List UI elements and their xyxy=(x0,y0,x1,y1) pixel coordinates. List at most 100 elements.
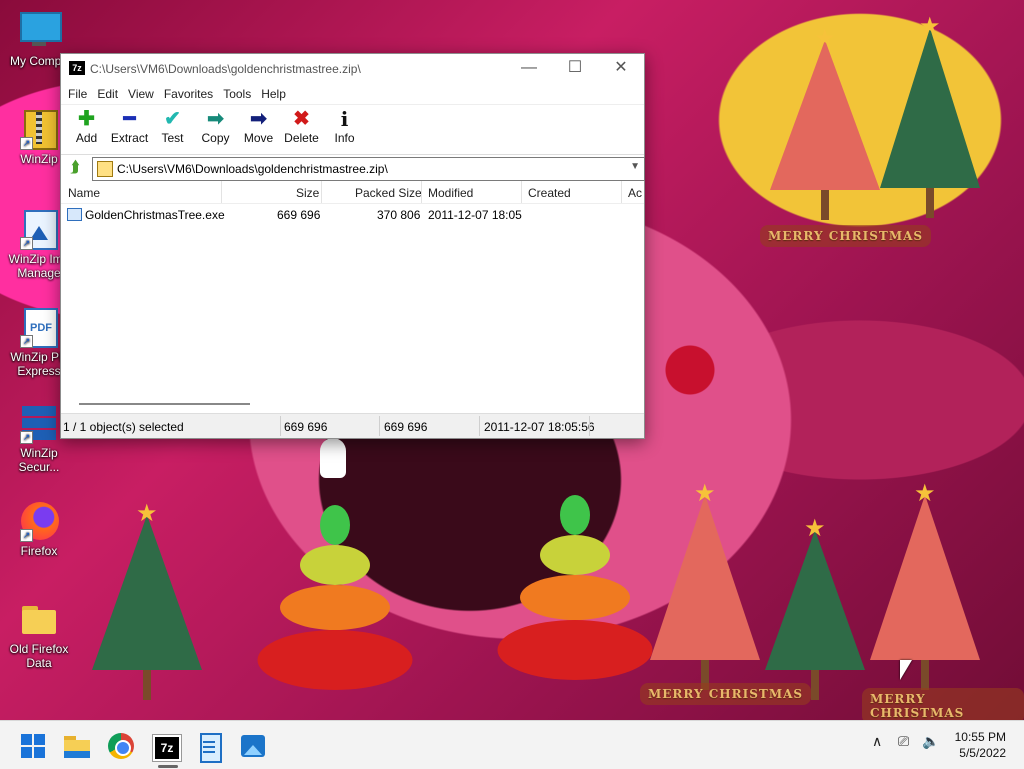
7zip-taskbar-label: 7z xyxy=(152,734,182,762)
file-size: 669 696 xyxy=(277,208,321,222)
pdf-icon: PDF ↗ xyxy=(18,306,60,348)
ghost-decoration xyxy=(320,438,346,478)
desktop-icon-label: WinZip Secur... xyxy=(18,446,60,474)
move-arrow-icon: ➡ xyxy=(250,108,267,130)
spiral-tree-decoration xyxy=(495,495,655,685)
7zip-app-icon: 7z xyxy=(69,61,85,75)
chevron-down-icon[interactable]: ▼ xyxy=(630,161,640,172)
green-tree-decoration: ★ xyxy=(765,515,865,700)
green-tree-decoration: ★ xyxy=(92,500,202,700)
maximize-button[interactable]: ☐ xyxy=(552,54,598,84)
desktop-icon-label: Firefox xyxy=(20,544,58,558)
spiral-tree-decoration xyxy=(255,505,415,695)
desktop-icon-firefox[interactable]: ↗ Firefox xyxy=(0,500,78,558)
add-button[interactable]: ✚ Add xyxy=(65,105,108,154)
exe-file-icon xyxy=(67,208,82,221)
copy-button[interactable]: ➡ Copy xyxy=(194,105,237,154)
volume-icon[interactable]: 🔈 xyxy=(922,733,939,750)
minus-icon: ━ xyxy=(123,108,136,130)
move-button[interactable]: ➡ Move xyxy=(237,105,280,154)
minimize-button[interactable]: — xyxy=(506,54,552,84)
file-name: GoldenChristmasTree.exe xyxy=(85,208,225,222)
delete-label: Delete xyxy=(284,131,319,145)
move-label: Move xyxy=(243,131,274,145)
info-icon: i xyxy=(340,107,349,131)
menu-edit[interactable]: Edit xyxy=(92,87,123,101)
status-selection: 1 / 1 object(s) selected xyxy=(63,420,184,434)
add-label: Add xyxy=(75,131,98,145)
column-header-attributes[interactable]: Ac xyxy=(628,186,642,200)
christmas-tree-decoration: ★ xyxy=(650,480,760,690)
test-label: Test xyxy=(161,131,184,145)
image-manager-icon: ↗ xyxy=(18,208,60,250)
merry-christmas-banner: MERRY CHRISTMAS xyxy=(640,683,812,705)
status-size: 669 696 xyxy=(284,420,328,434)
clock-time: 10:55 PM xyxy=(954,730,1006,744)
status-packed: 669 696 xyxy=(384,420,428,434)
test-button[interactable]: ✔ Test xyxy=(151,105,194,154)
column-header-modified[interactable]: Modified xyxy=(428,186,473,200)
menu-help[interactable]: Help xyxy=(256,87,291,101)
column-headers: Name Size Packed Size Modified Created A… xyxy=(61,181,644,204)
status-modified: 2011-12-07 18:05:56 xyxy=(484,420,595,434)
christmas-tree-decoration: ★ xyxy=(870,480,980,690)
merry-christmas-banner: MERRY CHRISTMAS xyxy=(862,688,1024,724)
mouse-cursor-icon xyxy=(900,660,912,680)
column-header-size[interactable]: Size xyxy=(296,186,319,200)
tray-chevron-icon[interactable]: ∧ xyxy=(872,733,882,750)
address-bar[interactable]: C:\Users\VM6\Downloads\goldenchristmastr… xyxy=(92,157,645,181)
window-title: C:\Users\VM6\Downloads\goldenchristmastr… xyxy=(90,62,361,76)
file-modified: 2011-12-07 18:05 xyxy=(428,208,522,222)
menu-bar: File Edit View Favorites Tools Help xyxy=(61,84,644,104)
extract-label: Extract xyxy=(110,131,149,145)
clock[interactable]: 10:55 PM 5/5/2022 xyxy=(955,729,1006,761)
close-button[interactable]: ✕ xyxy=(598,54,644,84)
delete-icon: ✖ xyxy=(293,108,310,130)
menu-file[interactable]: File xyxy=(63,87,92,101)
green-tree-decoration: ★ xyxy=(880,13,980,218)
chrome-icon[interactable] xyxy=(106,731,136,761)
7zip-icon[interactable]: 7z xyxy=(150,731,182,762)
monitor-icon xyxy=(18,10,62,52)
column-header-packed-size[interactable]: Packed Size xyxy=(355,186,422,200)
desktop-icon-label: Old Firefox Data xyxy=(9,642,69,670)
column-header-name[interactable]: Name xyxy=(68,186,100,200)
copy-label: Copy xyxy=(201,131,230,145)
toolbar: ✚ Add ━ Extract ✔ Test ➡ Copy ➡ Move ✖ Delete … xyxy=(61,104,644,154)
firefox-icon: ↗ xyxy=(18,500,60,542)
plus-icon: ✚ xyxy=(78,108,95,130)
horizontal-scrollbar[interactable] xyxy=(79,403,250,405)
address-row: ⮭ C:\Users\VM6\Downloads\goldenchristmas… xyxy=(61,154,645,182)
file-packed-size: 370 806 xyxy=(377,208,421,222)
photos-icon[interactable] xyxy=(238,731,268,761)
file-list[interactable]: Name Size Packed Size Modified Created A… xyxy=(61,181,644,413)
address-text: C:\Users\VM6\Downloads\goldenchristmastr… xyxy=(117,162,388,176)
table-row[interactable]: GoldenChristmasTree.exe 669 696 370 806 … xyxy=(61,204,644,224)
start-icon[interactable] xyxy=(18,731,48,761)
folder-icon xyxy=(18,598,60,640)
up-folder-button[interactable]: ⮭ xyxy=(65,158,85,178)
info-label: Info xyxy=(334,131,355,145)
menu-view[interactable]: View xyxy=(123,87,159,101)
title-bar[interactable]: 7z C:\Users\VM6\Downloads\goldenchristma… xyxy=(61,54,644,84)
7zip-window: 7z C:\Users\VM6\Downloads\goldenchristma… xyxy=(60,53,645,439)
zip-folder-icon xyxy=(97,161,113,177)
column-header-created[interactable]: Created xyxy=(528,186,571,200)
delete-button[interactable]: ✖ Delete xyxy=(280,105,323,154)
status-bar: 1 / 1 object(s) selected 669 696 669 696… xyxy=(61,413,644,438)
desktop-icon-old-firefox-data[interactable]: Old Firefox Data xyxy=(0,598,78,670)
christmas-tree-decoration: ★ xyxy=(770,25,880,220)
winzip-icon: ↗ xyxy=(18,108,60,150)
merry-christmas-banner: MERRY CHRISTMAS xyxy=(760,225,932,247)
network-icon[interactable]: ⎚ xyxy=(898,733,909,750)
taskbar: 7z ∧ ⎚ 🔈 10:55 PM 5/5/2022 xyxy=(0,720,1024,769)
menu-favorites[interactable]: Favorites xyxy=(159,87,218,101)
copy-arrow-icon: ➡ xyxy=(207,108,224,130)
info-button[interactable]: i Info xyxy=(323,105,366,154)
check-icon: ✔ xyxy=(164,108,181,130)
extract-button[interactable]: ━ Extract xyxy=(108,105,151,154)
menu-tools[interactable]: Tools xyxy=(218,87,256,101)
clock-date: 5/5/2022 xyxy=(959,746,1006,760)
file-explorer-icon[interactable] xyxy=(62,731,92,761)
notepad-icon[interactable] xyxy=(194,731,224,763)
